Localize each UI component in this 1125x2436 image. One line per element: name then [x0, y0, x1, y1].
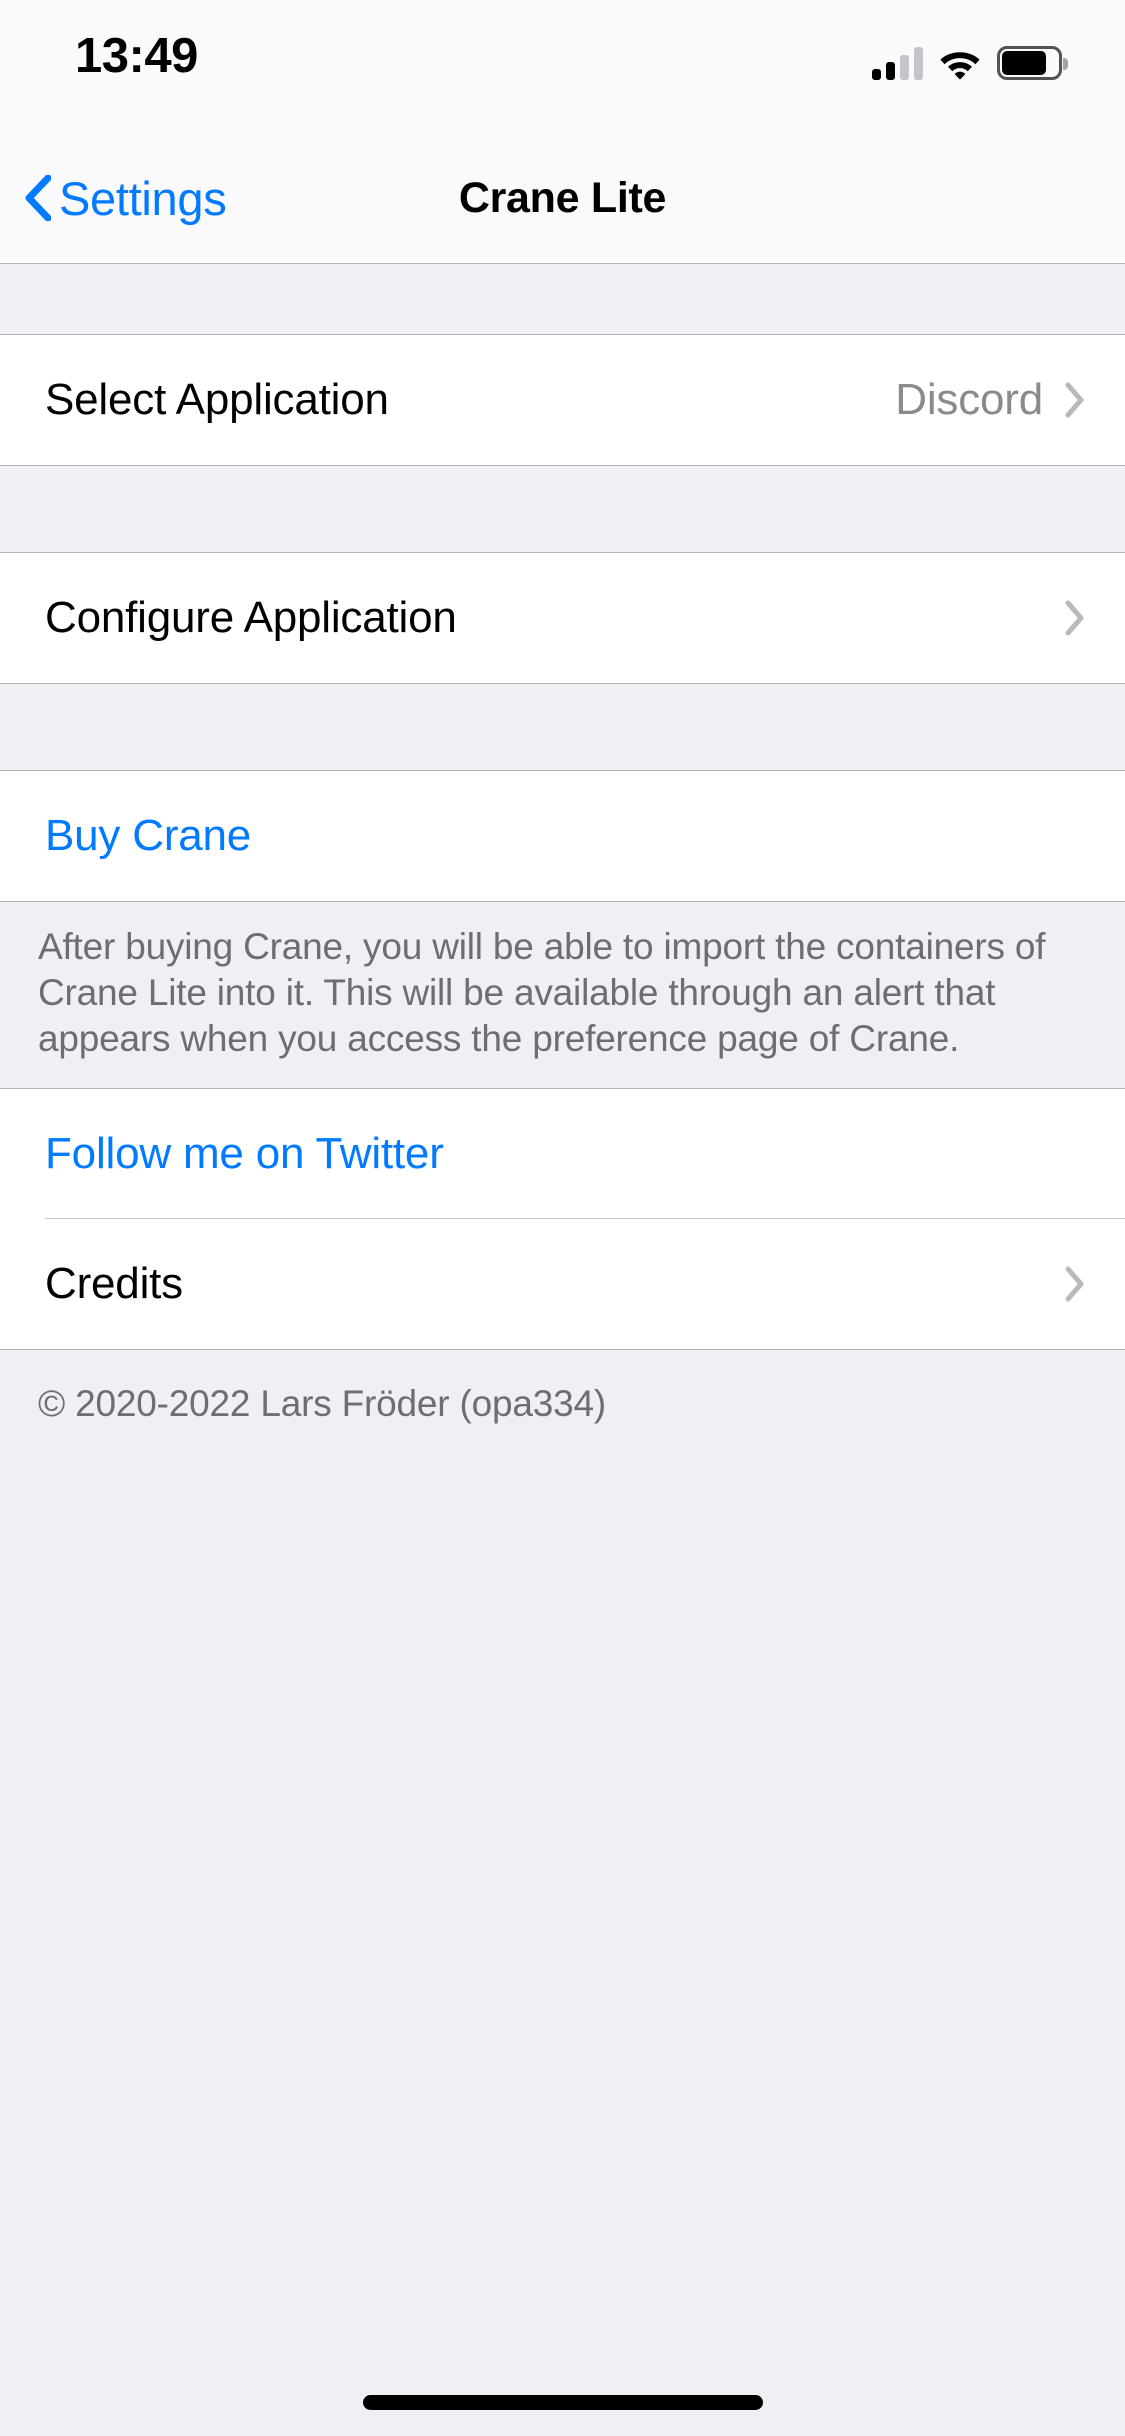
- wifi-icon: [939, 49, 981, 80]
- status-bar-time: 13:49: [75, 26, 275, 86]
- row-buy-crane-label: Buy Crane: [45, 811, 251, 861]
- section-gap: [0, 466, 1125, 552]
- row-follow-twitter[interactable]: Follow me on Twitter: [0, 1089, 1125, 1219]
- chevron-left-icon: [25, 175, 51, 221]
- section-gap: [0, 264, 1125, 334]
- settings-table: Select Application Discord Configure App…: [0, 264, 1125, 2436]
- section-gap: [0, 684, 1125, 770]
- buy-crane-footer-text: After buying Crane, you will be able to …: [0, 902, 1125, 1088]
- navigation-bar: Crane Lite Settings: [0, 132, 1125, 264]
- back-button[interactable]: Settings: [25, 132, 226, 264]
- row-credits-label: Credits: [45, 1259, 183, 1309]
- cellular-signal-icon: [872, 47, 923, 80]
- row-select-application-label: Select Application: [45, 375, 389, 425]
- buy-crane-section: Buy Crane: [0, 770, 1125, 902]
- battery-icon: [997, 46, 1068, 80]
- back-button-label: Settings: [59, 175, 226, 222]
- chevron-right-icon: [1065, 600, 1085, 636]
- status-bar-indicators: [872, 32, 1068, 80]
- row-select-application-value: Discord: [895, 375, 1043, 425]
- iphone-screen: 13:49 Crane Lite: [0, 0, 1125, 2436]
- select-application-section: Select Application Discord: [0, 334, 1125, 466]
- chevron-right-icon: [1065, 382, 1085, 418]
- row-configure-application-label: Configure Application: [45, 593, 457, 643]
- row-configure-application[interactable]: Configure Application: [0, 553, 1125, 683]
- home-indicator[interactable]: [363, 2395, 763, 2410]
- chevron-right-icon: [1065, 1266, 1085, 1302]
- copyright-footer-text: © 2020-2022 Lars Fröder (opa334): [0, 1350, 1125, 1426]
- configure-application-section: Configure Application: [0, 552, 1125, 684]
- row-buy-crane[interactable]: Buy Crane: [0, 771, 1125, 901]
- row-credits[interactable]: Credits: [0, 1219, 1125, 1349]
- links-section: Follow me on Twitter Credits: [0, 1088, 1125, 1350]
- row-select-application[interactable]: Select Application Discord: [0, 335, 1125, 465]
- status-bar: 13:49: [0, 0, 1125, 132]
- row-follow-twitter-label: Follow me on Twitter: [45, 1129, 444, 1179]
